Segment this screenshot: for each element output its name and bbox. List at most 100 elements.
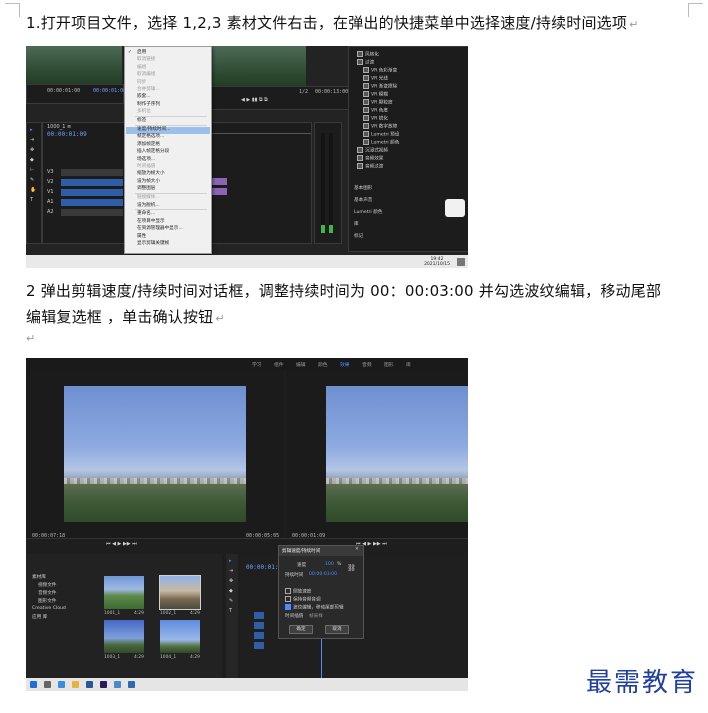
panel-tab[interactable]: 库: [354, 221, 359, 227]
context-menu-item[interactable]: 显示剪辑关键帧: [137, 241, 169, 247]
project-bin-item[interactable]: Creative Cloud: [32, 606, 66, 611]
context-menu-item[interactable]: 属性: [137, 234, 146, 240]
effects-list-item[interactable]: 风格化: [357, 51, 379, 58]
project-thumbnail[interactable]: [159, 575, 201, 610]
effects-list-item[interactable]: 音频效果: [357, 155, 383, 162]
workspace-tab[interactable]: 学习: [252, 361, 262, 368]
ripple-icon-2[interactable]: ✥: [229, 578, 233, 584]
context-menu-item[interactable]: 取消编组: [137, 72, 155, 78]
project-bin-item[interactable]: 视频文件: [38, 582, 56, 588]
search-icon[interactable]: [44, 681, 51, 688]
workspace-tab[interactable]: 音频: [362, 361, 372, 368]
type-icon[interactable]: T: [30, 197, 33, 203]
effects-list-item[interactable]: Lumetri 预设: [363, 131, 399, 138]
context-menu-item[interactable]: 设为帧大小: [137, 179, 160, 185]
context-menu-item[interactable]: 合并剪辑...: [137, 87, 160, 93]
effects-list-item[interactable]: VR 颗粒度: [363, 99, 393, 106]
context-menu-item[interactable]: 设为脱机...: [137, 203, 160, 209]
workspace-tab[interactable]: 组件: [274, 361, 284, 368]
effects-list-item[interactable]: 音频过渡: [357, 163, 383, 170]
effects-list-item[interactable]: 过渡: [357, 59, 374, 66]
premiere-icon[interactable]: [100, 681, 107, 688]
timeline-timecode[interactable]: 00:00:01:09: [47, 131, 87, 138]
ok-button[interactable]: 确定: [289, 625, 313, 634]
play-controls[interactable]: ◀ ▶ ▮▮ ⧉ ⧉: [241, 97, 268, 103]
system-clock[interactable]: 19:42 2021/10/15: [424, 257, 450, 267]
select-tool-icon-2[interactable]: ▸: [229, 558, 232, 564]
effects-list-item[interactable]: VR 光线: [363, 75, 388, 82]
transport-controls[interactable]: ⏮ ◀ ▶ ▶▶ ⏭: [106, 541, 137, 547]
panel-tab[interactable]: 基本图形: [354, 185, 372, 191]
context-menu-item[interactable]: 同步: [137, 80, 146, 86]
cancel-button[interactable]: 取消: [325, 625, 349, 634]
panel-tab[interactable]: 基本声音: [354, 197, 372, 203]
edge-icon[interactable]: [58, 681, 65, 688]
duration-field[interactable]: 00:00:03:00: [309, 572, 337, 577]
ripple-icon[interactable]: ✥: [30, 147, 34, 153]
context-menu-item[interactable]: 在项目中显示: [137, 219, 165, 225]
effects-list-item[interactable]: VR 色彩渐变: [363, 67, 397, 74]
razor-icon-2[interactable]: ◆: [229, 588, 233, 594]
context-menu-item[interactable]: 启用: [137, 50, 146, 56]
reverse-speed-checkbox[interactable]: 倒放速度: [285, 588, 311, 595]
razor-icon[interactable]: ◆: [30, 157, 34, 163]
workspace-tab[interactable]: 效果: [340, 361, 350, 368]
context-menu-item[interactable]: 重命名...: [137, 211, 155, 217]
type-icon-2[interactable]: T: [229, 608, 232, 614]
project-bin-item[interactable]: 音频文件: [38, 590, 56, 596]
context-menu-item[interactable]: 编组: [137, 65, 146, 71]
panel-tab[interactable]: 标记: [354, 233, 363, 239]
word-icon[interactable]: [86, 681, 93, 688]
start-icon[interactable]: [30, 681, 37, 688]
slip-icon[interactable]: ⊢: [30, 167, 34, 173]
context-menu-item[interactable]: 缩放为帧大小: [137, 171, 165, 177]
project-thumbnail[interactable]: [160, 620, 200, 653]
context-menu-item[interactable]: 帧定格选项...: [137, 134, 164, 140]
track-select-icon[interactable]: ⇥: [30, 137, 34, 143]
effects-list-item[interactable]: VR 锐化: [363, 115, 388, 122]
scroll-thumb[interactable]: [445, 199, 465, 217]
interp-select[interactable]: 帧采样: [309, 613, 323, 619]
context-menu-item[interactable]: 标签: [137, 118, 146, 124]
context-menu-item[interactable]: 时间插值: [137, 164, 155, 170]
effects-list-item[interactable]: VR 渐变擦除: [363, 83, 397, 90]
context-menu-item[interactable]: 嵌套...: [137, 94, 151, 100]
context-menu-item[interactable]: 取消链接: [137, 57, 155, 63]
workspace-tab[interactable]: 颜色: [318, 361, 328, 368]
effects-list-item[interactable]: 沉浸式视频: [357, 147, 388, 154]
panel-tab[interactable]: Lumetri 颜色: [354, 209, 382, 215]
context-menu-item[interactable]: 链接媒体...: [137, 195, 160, 201]
project-thumbnail[interactable]: [104, 576, 144, 609]
pen-icon[interactable]: ✎: [30, 177, 34, 183]
context-menu-item[interactable]: 速度/持续时间...: [137, 127, 171, 133]
context-menu-item[interactable]: 多机位: [137, 109, 151, 115]
ripple-edit-checkbox[interactable]: 波纹编辑，移动尾部剪辑: [285, 604, 344, 611]
effects-list-item[interactable]: VR 色度: [363, 107, 388, 114]
workspace-tab[interactable]: 库: [406, 361, 411, 368]
notification-icon[interactable]: [457, 258, 465, 266]
project-thumbnail[interactable]: [104, 620, 144, 653]
speed-value[interactable]: 100: [325, 562, 334, 567]
photos-icon[interactable]: [114, 681, 121, 688]
effects-list-item[interactable]: Lumetri 颜色: [363, 139, 399, 146]
context-menu-item[interactable]: 在资源管理器中显示...: [137, 226, 183, 232]
workspace-tab[interactable]: 图形: [384, 361, 394, 368]
store-icon[interactable]: [128, 681, 135, 688]
context-menu-item[interactable]: 插入帧定格分段: [137, 149, 169, 155]
context-menu-item[interactable]: 调整图层: [137, 186, 155, 192]
context-menu-item[interactable]: 场选项...: [137, 157, 155, 163]
close-icon[interactable]: ✕: [355, 547, 359, 552]
project-bin-item[interactable]: 图形文件: [38, 598, 56, 604]
maintain-audio-checkbox[interactable]: 保持音频音调: [285, 596, 321, 603]
project-bin-item[interactable]: 应用 库: [32, 614, 47, 620]
sequence-tab[interactable]: 1000_1 ≡: [47, 124, 71, 130]
select-tool-icon[interactable]: ▸: [30, 127, 33, 133]
pen-icon-2[interactable]: ✎: [229, 598, 233, 604]
link-icon[interactable]: ⛓: [347, 564, 356, 572]
folder-icon[interactable]: [72, 681, 79, 688]
effects-list-item[interactable]: VR 模糊: [363, 91, 388, 98]
context-menu-item[interactable]: 添加帧定格: [137, 142, 160, 148]
effects-list-item[interactable]: VR 数字故障: [363, 123, 397, 130]
project-bin-item[interactable]: 素材库: [32, 574, 46, 580]
hand-icon[interactable]: ✋: [30, 187, 36, 193]
